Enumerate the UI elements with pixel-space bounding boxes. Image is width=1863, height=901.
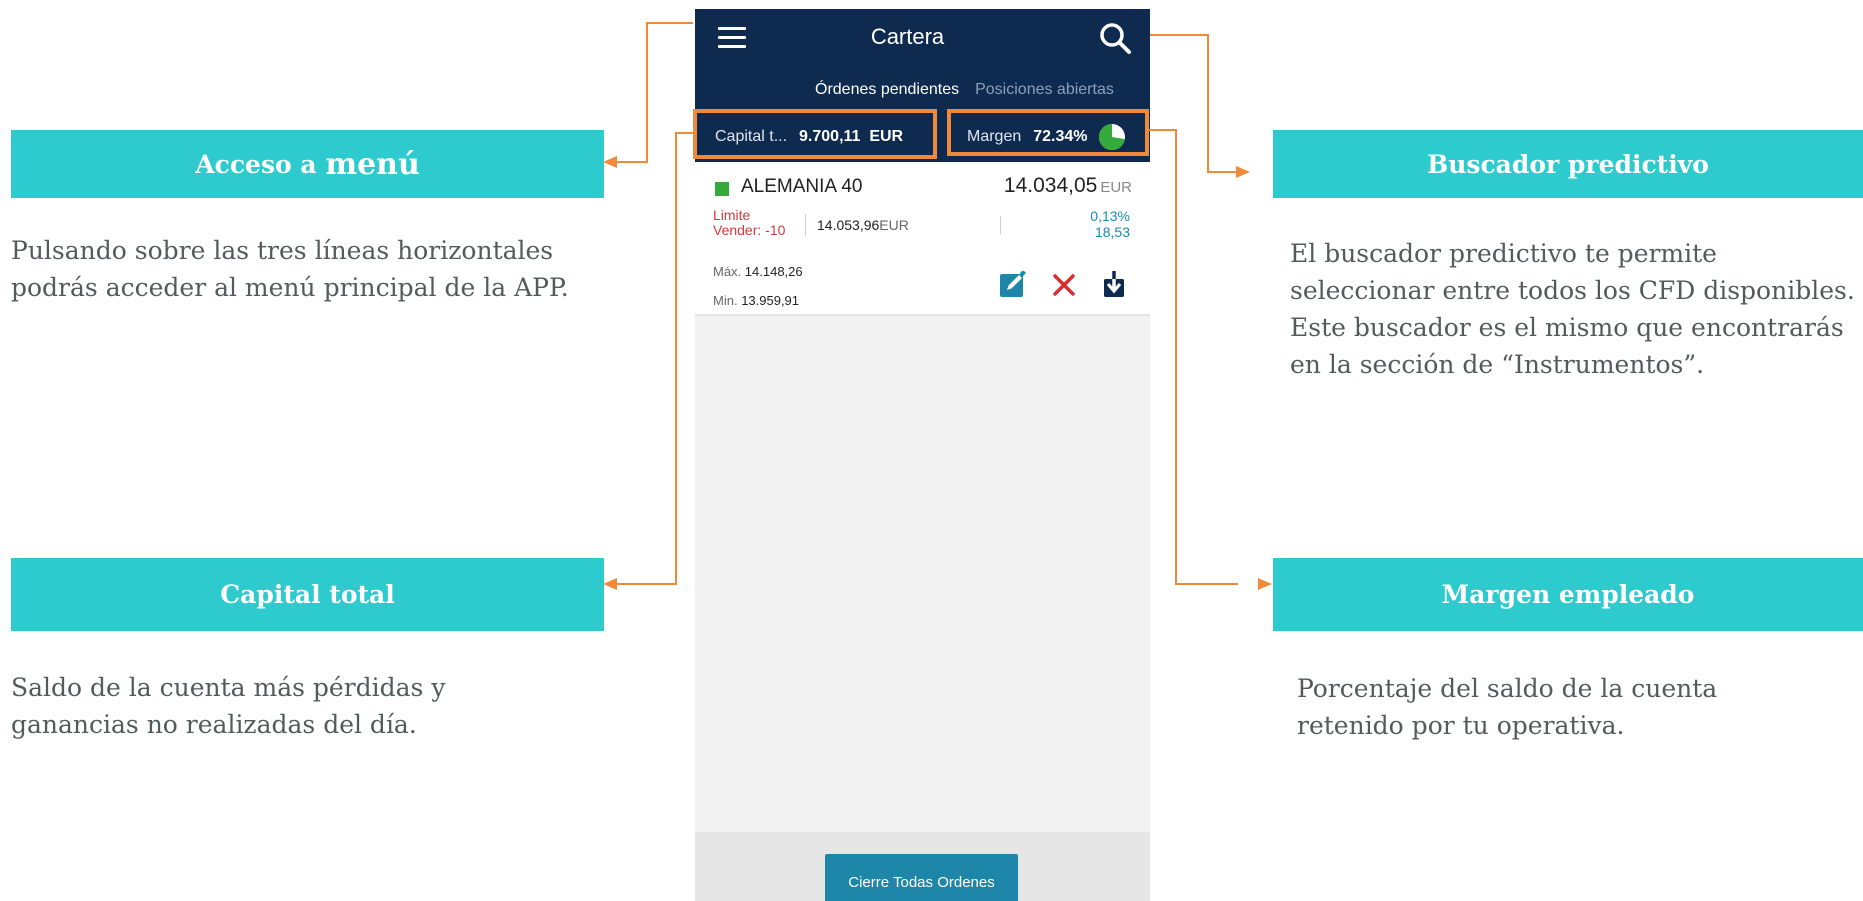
low-row: Min. 13.959,91 (713, 286, 803, 315)
order-action: Vender: -10 (713, 222, 786, 238)
order-type: Limite Vender: -10 (713, 208, 785, 238)
cancel-order-icon[interactable] (1052, 273, 1076, 297)
price-change: 0,13% 18,53 (1090, 208, 1130, 240)
execute-order-icon[interactable] (1101, 270, 1127, 298)
high-row: Máx. 14.148,26 (713, 257, 803, 286)
divider (805, 214, 806, 236)
order-type-label: Limite (713, 207, 751, 223)
margin-callout-description: Porcentaje del saldo de la cuenta reteni… (1297, 674, 1718, 740)
price-value: 14.034,05 (1003, 174, 1098, 197)
margin-callout-title: Margen empleado (1273, 558, 1863, 631)
tab-pending-orders[interactable]: Órdenes pendientes (815, 81, 959, 98)
low-label: Min. (713, 293, 738, 308)
menu-callout-title: Acceso a menú (11, 130, 604, 198)
divider (1000, 216, 1001, 234)
high-low: Máx. 14.148,26 Min. 13.959,91 (713, 257, 803, 315)
search-callout-description: El buscador predictivo te permite selecc… (1290, 239, 1855, 379)
instrument-status-marker (715, 182, 729, 196)
tab-bar: Órdenes pendientes Posiciones abiertas (815, 81, 1114, 99)
page-title: Cartera (870, 24, 945, 49)
tab-open-positions[interactable]: Posiciones abiertas (975, 81, 1114, 98)
capital-callout-description: Saldo de la cuenta más pérdidas y gananc… (11, 673, 446, 739)
change-absolute: 18,53 (1094, 224, 1130, 240)
pending-order-row[interactable]: ALEMANIA 40 14.034,05 EUR Limite Vender: … (695, 162, 1150, 316)
instrument-price: 14.034,05 EUR (1004, 174, 1132, 198)
limit-price: 14.053,96EUR (817, 217, 909, 233)
search-icon[interactable] (1098, 21, 1132, 55)
change-percent: 0,13% (1090, 208, 1130, 224)
instrument-name: ALEMANIA 40 (741, 176, 863, 197)
capital-highlight-box (693, 109, 937, 159)
limit-price-value: 14.053,96 (817, 217, 880, 233)
margin-highlight-box (947, 109, 1149, 156)
menu-callout-emphasis: menú (325, 146, 420, 182)
limit-price-currency: EUR (879, 217, 909, 233)
low-value: 13.959,91 (741, 293, 800, 308)
menu-callout-prefix: Acceso a (195, 149, 317, 179)
edit-order-icon[interactable] (1000, 271, 1026, 297)
menu-callout-description: Pulsando sobre las tres líneas horizonta… (11, 236, 569, 302)
search-callout-title: Buscador predictivo (1273, 130, 1863, 198)
high-value: 14.148,26 (744, 264, 803, 279)
capital-callout-title: Capital total (11, 558, 604, 631)
high-label: Máx. (713, 264, 742, 279)
price-currency: EUR (1100, 179, 1132, 196)
close-all-orders-button[interactable]: Cierre Todas Ordenes (825, 854, 1018, 901)
